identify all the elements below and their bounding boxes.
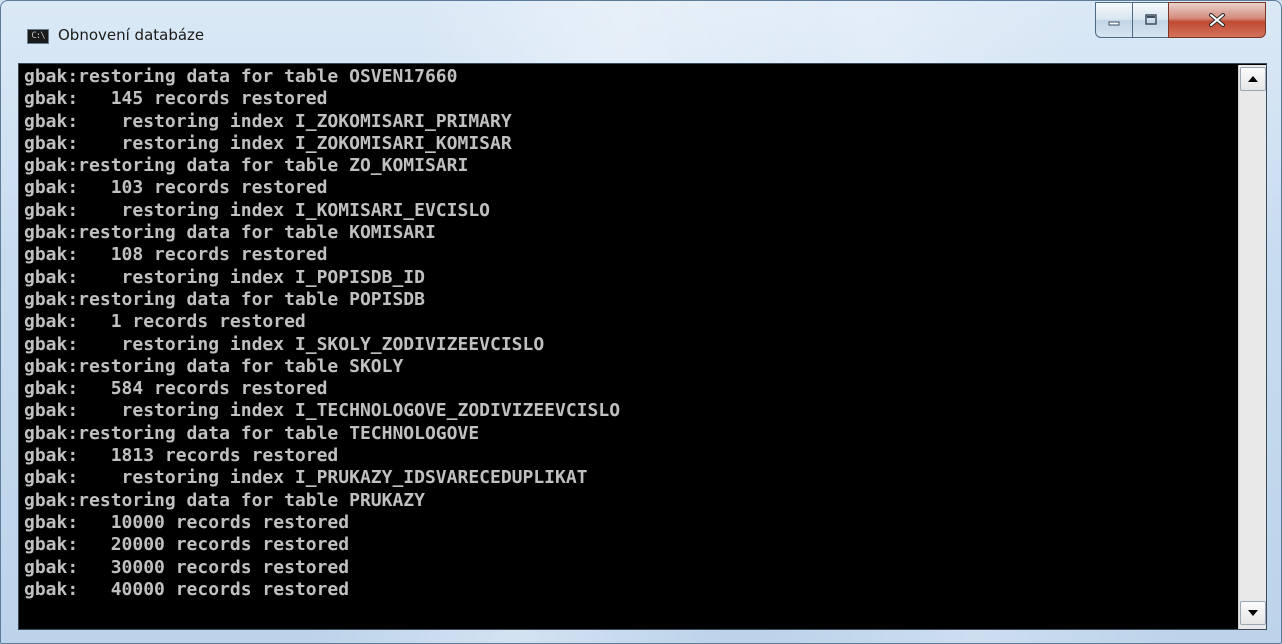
console-line: gbak: 584 records restored <box>24 378 328 400</box>
console-line: gbak: 40000 records restored <box>24 578 350 600</box>
console-line: gbak:restoring data for table SKOLY <box>24 355 404 377</box>
console-line: gbak:restoring data for table TECHNOLOGO… <box>24 422 480 444</box>
console-line: gbak: restoring index I_PRUKAZY_IDSVAREC… <box>24 467 588 489</box>
console-line: gbak: restoring index I_TECHNOLOGOVE_ZOD… <box>24 400 621 422</box>
window-title: Obnovení databáze <box>58 26 205 44</box>
console-line: gbak: 108 records restored <box>24 244 328 266</box>
console-line: gbak: 20000 records restored <box>24 534 350 556</box>
console-line: gbak: 30000 records restored <box>24 556 350 578</box>
console-line: gbak: restoring index I_KOMISARI_EVCISLO <box>24 199 490 221</box>
console-line: gbak: restoring index I_ZOKOMISARI_PRIMA… <box>24 110 512 132</box>
title-bar[interactable]: C:\ Obnovení databáze <box>1 1 1281 53</box>
minimize-icon <box>1108 21 1120 26</box>
console-line: gbak: restoring index I_POPISDB_ID <box>24 266 425 288</box>
maximize-button[interactable] <box>1132 2 1169 38</box>
arrow-up-icon <box>1248 76 1258 82</box>
close-icon <box>1209 13 1225 27</box>
console-output: gbak:restoring data for table OSVEN17660… <box>24 66 1234 626</box>
console-line: gbak:restoring data for table OSVEN17660 <box>24 66 458 87</box>
console-app-icon[interactable]: C:\ <box>27 29 49 44</box>
console-window: C:\ Obnovení databáze gbak:restoring dat… <box>0 0 1282 644</box>
vertical-scrollbar[interactable] <box>1238 65 1266 629</box>
console-line: gbak:restoring data for table POPISDB <box>24 288 425 310</box>
console-line: gbak: 103 records restored <box>24 177 328 199</box>
console-line: gbak: restoring index I_ZOKOMISARI_KOMIS… <box>24 132 512 154</box>
console-line: gbak: 1813 records restored <box>24 445 339 467</box>
console-line: gbak: 145 records restored <box>24 88 328 110</box>
console-line: gbak: restoring index I_SKOLY_ZODIVIZEEV… <box>24 333 545 355</box>
scroll-up-button[interactable] <box>1240 67 1266 91</box>
console-area[interactable]: gbak:restoring data for table OSVEN17660… <box>18 63 1267 630</box>
maximize-icon <box>1144 14 1157 25</box>
arrow-down-icon <box>1248 610 1258 616</box>
scroll-down-button[interactable] <box>1240 601 1266 625</box>
console-line: gbak:restoring data for table KOMISARI <box>24 222 436 244</box>
console-line: gbak: 1 records restored <box>24 311 306 333</box>
close-button[interactable] <box>1168 2 1266 38</box>
console-line: gbak:restoring data for table PRUKAZY <box>24 489 425 511</box>
minimize-button[interactable] <box>1095 2 1133 38</box>
console-line: gbak:restoring data for table ZO_KOMISAR… <box>24 155 469 177</box>
console-line: gbak: 10000 records restored <box>24 511 350 533</box>
